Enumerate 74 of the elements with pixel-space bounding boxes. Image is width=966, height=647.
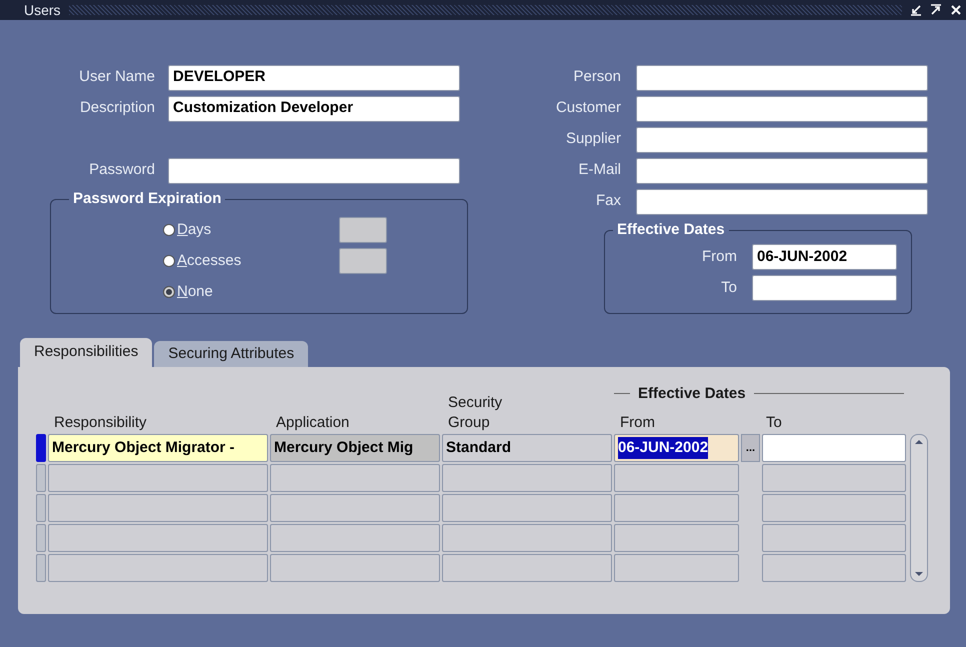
- minimize-icon[interactable]: [910, 4, 922, 16]
- table-cell[interactable]: Mercury Object Migrator -: [48, 434, 268, 462]
- table-cell[interactable]: [442, 464, 612, 492]
- table-cell[interactable]: [48, 554, 268, 582]
- window-title: Users: [24, 0, 61, 20]
- table-cell[interactable]: [762, 434, 906, 462]
- table-cell[interactable]: [762, 554, 906, 582]
- column-header: Application: [275, 413, 350, 433]
- row-indicator[interactable]: [36, 434, 46, 462]
- table-cell[interactable]: [270, 524, 440, 552]
- table-cell[interactable]: Standard: [442, 434, 612, 462]
- field-label: Person: [572, 67, 621, 88]
- radio-label[interactable]: None: [177, 280, 213, 304]
- radio-label[interactable]: Accesses: [177, 250, 242, 272]
- password-field[interactable]: [168, 158, 460, 184]
- tab[interactable]: Responsibilities: [20, 338, 152, 367]
- table-cell[interactable]: [270, 494, 440, 522]
- column-header: From: [619, 413, 656, 433]
- text-field[interactable]: Customization Developer: [168, 96, 460, 122]
- text-field[interactable]: [636, 64, 928, 90]
- field-label: Supplier: [564, 129, 621, 150]
- radio-button[interactable]: [163, 224, 175, 236]
- field-label: To: [720, 278, 737, 298]
- table-cell[interactable]: [270, 554, 440, 582]
- close-icon[interactable]: [950, 4, 962, 16]
- radio-label[interactable]: Days: [177, 218, 212, 242]
- text-field[interactable]: [636, 126, 928, 152]
- row-indicator[interactable]: [36, 524, 46, 552]
- table-cell[interactable]: [614, 464, 739, 492]
- text-field[interactable]: DEVELOPER: [168, 64, 460, 90]
- table-cell[interactable]: [614, 494, 739, 522]
- row-indicator[interactable]: [36, 494, 46, 522]
- table-cell[interactable]: [762, 494, 906, 522]
- row-indicator[interactable]: [36, 554, 46, 582]
- field-label: User Name: [78, 67, 155, 88]
- table-cell[interactable]: [762, 524, 906, 552]
- maximize-icon[interactable]: [930, 4, 942, 16]
- list-of-values-button[interactable]: ...: [741, 434, 760, 462]
- field-label: Description: [78, 98, 155, 118]
- text-field[interactable]: [636, 188, 928, 214]
- table-cell[interactable]: [48, 494, 268, 522]
- field-label: Password: [88, 160, 155, 180]
- date-field[interactable]: [752, 275, 897, 301]
- table-cell[interactable]: [48, 464, 268, 492]
- date-field[interactable]: 06-JUN-2002: [752, 244, 897, 270]
- column-header: To: [765, 413, 783, 433]
- tab[interactable]: Securing Attributes: [154, 341, 308, 367]
- column-header: Security Group: [447, 393, 504, 433]
- group-title: Password Expiration: [72, 189, 222, 209]
- text-field[interactable]: [636, 96, 928, 122]
- column-header: Responsibility: [53, 413, 148, 433]
- radio-button[interactable]: [163, 255, 175, 267]
- field-label: Fax: [594, 191, 621, 212]
- row-indicator[interactable]: [36, 464, 46, 492]
- table-cell[interactable]: Mercury Object Mig: [270, 434, 440, 462]
- field-label: Customer: [554, 98, 621, 118]
- vertical-scrollbar[interactable]: [910, 434, 928, 582]
- table-cell[interactable]: [762, 464, 906, 492]
- table-cell[interactable]: [270, 464, 440, 492]
- table-cell[interactable]: 06-JUN-2002: [614, 434, 739, 462]
- table-cell[interactable]: [442, 554, 612, 582]
- field-label: E-Mail: [577, 160, 621, 180]
- table-cell[interactable]: [442, 524, 612, 552]
- scroll-down-icon[interactable]: [913, 569, 925, 579]
- table-cell[interactable]: [48, 524, 268, 552]
- column-group-header: Effective Dates: [638, 384, 746, 404]
- group-title: Effective Dates: [616, 220, 726, 240]
- table-cell[interactable]: [614, 524, 739, 552]
- table-cell[interactable]: [442, 494, 612, 522]
- field-label: From: [701, 246, 737, 267]
- table-cell[interactable]: [614, 554, 739, 582]
- text-field[interactable]: [636, 158, 928, 184]
- scroll-up-icon[interactable]: [913, 437, 925, 447]
- radio-button[interactable]: [163, 286, 175, 298]
